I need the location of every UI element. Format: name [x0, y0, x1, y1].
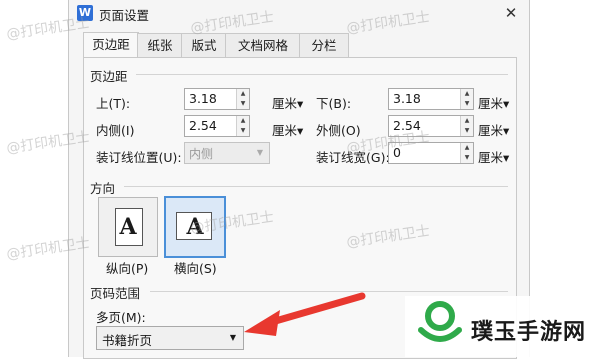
outside-margin-value: 2.54 — [393, 118, 421, 133]
landscape-label[interactable]: 横向(S) — [174, 258, 217, 277]
wps-app-icon: W — [77, 5, 93, 21]
close-button[interactable]: ✕ — [501, 3, 521, 23]
tab-document-grid[interactable]: 文档网格 — [225, 33, 301, 57]
spin-up-icon[interactable]: ▲ — [461, 143, 473, 153]
spin-up-icon[interactable]: ▲ — [461, 116, 473, 126]
top-margin-unit[interactable]: 厘米▾ — [272, 93, 303, 112]
section-divider — [124, 186, 508, 187]
chevron-down-icon: ▼ — [256, 148, 263, 157]
multiple-pages-label: 多页(M): — [96, 310, 146, 325]
outside-margin-label: 外侧(O) — [316, 123, 361, 138]
inside-margin-value: 2.54 — [189, 118, 217, 133]
page-range-section-title: 页码范围 — [90, 286, 141, 301]
gutter-width-unit[interactable]: 厘米▾ — [478, 147, 509, 166]
outside-margin-unit[interactable]: 厘米▾ — [478, 120, 509, 139]
portrait-glyph: A — [119, 214, 137, 240]
spin-up-icon[interactable]: ▲ — [237, 116, 249, 126]
spin-up-icon[interactable]: ▲ — [461, 89, 473, 99]
outside-margin-spinner[interactable]: 2.54 ▲ ▼ — [388, 115, 474, 137]
portrait-option[interactable]: A — [98, 197, 158, 257]
brand-watermark: 璞玉手游网 — [405, 296, 600, 357]
red-arrow-annotation — [244, 292, 366, 336]
dialog-title: 页面设置 — [99, 8, 150, 23]
bottom-margin-spinner[interactable]: 3.18 ▲ ▼ — [388, 88, 474, 110]
tab-margins[interactable]: 页边距 — [83, 32, 139, 58]
bottom-margin-label: 下(B): — [316, 96, 352, 111]
title-bar: W 页面设置 ✕ — [69, 0, 529, 26]
multiple-pages-value: 书籍折页 — [102, 333, 153, 348]
spin-buttons[interactable]: ▲ ▼ — [236, 116, 249, 136]
gutter-width-spinner[interactable]: 0 ▲ ▼ — [388, 142, 474, 164]
orientation-section-title: 方向 — [90, 181, 116, 196]
portrait-label[interactable]: 纵向(P) — [106, 258, 148, 277]
margins-section-title: 页边距 — [90, 69, 128, 84]
top-margin-label: 上(T): — [96, 96, 131, 111]
spin-buttons[interactable]: ▲ ▼ — [460, 116, 473, 136]
top-margin-spinner[interactable]: 3.18 ▲ ▼ — [184, 88, 250, 110]
tab-paper[interactable]: 纸张 — [137, 33, 183, 57]
bottom-margin-value: 3.18 — [393, 91, 421, 106]
spin-down-icon[interactable]: ▼ — [237, 99, 249, 109]
bottom-margin-unit[interactable]: 厘米▾ — [478, 93, 509, 112]
tab-columns[interactable]: 分栏 — [299, 33, 349, 57]
spin-down-icon[interactable]: ▼ — [461, 153, 473, 163]
gutter-width-label: 装订线宽(G): — [316, 150, 390, 165]
multiple-pages-select[interactable]: 书籍折页 ▼ — [96, 326, 244, 350]
spin-buttons[interactable]: ▲ ▼ — [460, 143, 473, 163]
spin-down-icon[interactable]: ▼ — [237, 126, 249, 136]
section-divider — [136, 74, 508, 75]
gutter-position-value: 内侧 — [189, 147, 214, 161]
gutter-position-select: 内侧 ▼ — [184, 142, 270, 164]
gutter-width-value: 0 — [393, 145, 401, 160]
spin-buttons[interactable]: ▲ ▼ — [236, 89, 249, 109]
gutter-position-label: 装订线位置(U): — [96, 150, 182, 165]
brand-name: 璞玉手游网 — [471, 320, 587, 345]
inside-margin-label: 内侧(I) — [96, 123, 135, 138]
spin-buttons[interactable]: ▲ ▼ — [460, 89, 473, 109]
inside-margin-unit[interactable]: 厘米▾ — [272, 120, 303, 139]
spin-down-icon[interactable]: ▼ — [461, 126, 473, 136]
inside-margin-spinner[interactable]: 2.54 ▲ ▼ — [184, 115, 250, 137]
brand-logo-icon — [418, 301, 462, 342]
landscape-glyph: A — [186, 214, 204, 240]
top-margin-value: 3.18 — [189, 91, 217, 106]
spin-down-icon[interactable]: ▼ — [461, 99, 473, 109]
spin-up-icon[interactable]: ▲ — [237, 89, 249, 99]
tab-layout[interactable]: 版式 — [181, 33, 227, 57]
landscape-option[interactable]: A — [164, 196, 226, 258]
